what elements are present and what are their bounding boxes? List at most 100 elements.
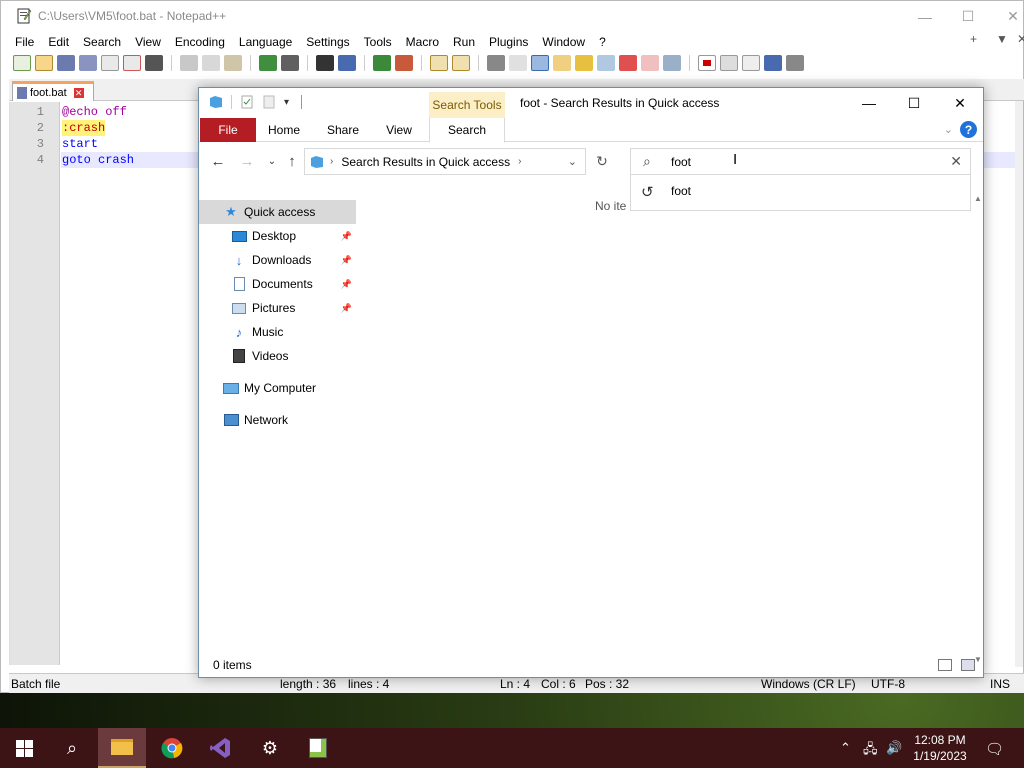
monitor-icon[interactable] — [641, 55, 659, 71]
menu-run[interactable]: Run — [446, 35, 482, 49]
eye-icon[interactable] — [663, 55, 681, 71]
sync-vertical-icon[interactable] — [430, 55, 448, 71]
start-icon[interactable] — [0, 728, 48, 768]
breadcrumb[interactable]: Search Results in Quick access — [341, 155, 510, 169]
file-explorer-icon[interactable] — [98, 728, 146, 768]
replace-icon[interactable] — [338, 55, 356, 71]
pin-icon[interactable]: 📌 — [341, 279, 352, 290]
customize-qat-icon[interactable]: ▾ — [284, 97, 289, 108]
address-bar[interactable]: › Search Results in Quick access › ⌄ — [304, 148, 586, 175]
word-wrap-icon[interactable] — [487, 55, 505, 71]
redo-icon[interactable] — [281, 55, 299, 71]
tab-foot-bat[interactable]: foot.bat ✕ — [12, 81, 94, 101]
menu-encoding[interactable]: Encoding — [168, 35, 232, 49]
properties-icon[interactable] — [240, 95, 254, 109]
open-file-icon[interactable] — [35, 55, 53, 71]
minimize-button[interactable]: — — [902, 1, 948, 32]
explorer-titlebar[interactable]: ▾ Search Tools foot - Search Results in … — [199, 88, 983, 118]
play-multiple-icon[interactable] — [764, 55, 782, 71]
menu-tools[interactable]: Tools — [357, 35, 399, 49]
close-file-icon[interactable] — [101, 55, 119, 71]
zoom-out-icon[interactable] — [395, 55, 413, 71]
refresh-icon[interactable]: ↻ — [590, 148, 614, 175]
close-button[interactable]: ✕ — [990, 1, 1024, 32]
explorer-minimize-button[interactable]: — — [846, 88, 892, 118]
nav-item-my-computer[interactable]: My Computer — [199, 376, 356, 400]
zoom-in-icon[interactable] — [373, 55, 391, 71]
save-icon[interactable] — [57, 55, 75, 71]
nav-item-videos[interactable]: Videos — [199, 344, 356, 368]
menu-window[interactable]: Window — [535, 35, 592, 49]
show-all-chars-icon[interactable] — [509, 55, 527, 71]
system-clock[interactable]: 12:08 PM 1/19/2023 — [905, 732, 975, 764]
folder-workspace-icon[interactable] — [619, 55, 637, 71]
nav-item-music[interactable]: ♪ Music — [199, 320, 356, 344]
save-all-icon[interactable] — [79, 55, 97, 71]
save-macro-icon[interactable] — [786, 55, 804, 71]
nav-item-pictures[interactable]: Pictures 📌 — [199, 296, 356, 320]
maximize-button[interactable]: ☐ — [945, 1, 991, 32]
func-list-icon[interactable] — [597, 55, 615, 71]
breadcrumb-chevron-icon[interactable]: › — [330, 156, 333, 167]
menu-search[interactable]: Search — [76, 35, 128, 49]
notepadpp-icon[interactable] — [294, 728, 342, 768]
nav-item-downloads[interactable]: ↓ Downloads 📌 — [199, 248, 356, 272]
lang-icon[interactable] — [553, 55, 571, 71]
play-macro-icon[interactable] — [742, 55, 760, 71]
ribbon-expand-icon[interactable]: ⌄ — [944, 123, 953, 136]
notepadpp-titlebar[interactable]: C:\Users\VM5\foot.bat - Notepad++ — ☐ ✕ — [1, 1, 1023, 32]
search-input[interactable]: ⌕ foot ✕ — [630, 148, 971, 175]
menu-plugins[interactable]: Plugins — [482, 35, 535, 49]
paste-icon[interactable] — [224, 55, 242, 71]
up-arrow-icon[interactable]: ↑ — [283, 152, 301, 170]
new-folder-icon[interactable] — [262, 95, 276, 109]
large-icons-view-icon[interactable] — [961, 659, 975, 671]
tab-share[interactable]: Share — [320, 118, 366, 142]
find-icon[interactable] — [316, 55, 334, 71]
address-dropdown-icon[interactable]: ⌄ — [568, 155, 577, 168]
help-icon[interactable]: ? — [960, 121, 977, 138]
tab-file[interactable]: File — [200, 118, 256, 142]
forward-arrow-icon[interactable]: → — [238, 152, 256, 170]
close-tab-icon[interactable]: ✕ — [73, 87, 84, 98]
chrome-icon[interactable] — [148, 728, 196, 768]
new-tab-icon[interactable]: + — [970, 32, 977, 46]
search-icon[interactable]: ⌕ — [48, 728, 96, 768]
close-all-icon[interactable] — [123, 55, 141, 71]
nav-item-desktop[interactable]: Desktop 📌 — [199, 224, 356, 248]
volume-icon[interactable]: 🔊 — [886, 740, 902, 756]
settings-icon[interactable]: ⚙ — [246, 728, 294, 768]
show-hidden-icons-icon[interactable]: ⌃ — [840, 740, 851, 756]
close-doc-icon[interactable]: ✕ — [1017, 32, 1024, 46]
nav-item-quick-access[interactable]: ★ Quick access — [199, 200, 356, 224]
back-arrow-icon[interactable]: ← — [209, 152, 227, 170]
pin-icon[interactable]: 📌 — [341, 255, 352, 266]
menu-help[interactable]: ? — [592, 35, 613, 49]
undo-icon[interactable] — [259, 55, 277, 71]
tab-home[interactable]: Home — [261, 118, 307, 142]
visual-studio-icon[interactable] — [196, 728, 244, 768]
nav-item-network[interactable]: Network — [199, 408, 356, 432]
explorer-scrollbar[interactable]: ▲ ▼ — [973, 194, 983, 664]
tab-list-icon[interactable]: ▼ — [996, 32, 1008, 46]
notifications-icon[interactable]: 🗨 — [985, 740, 1004, 758]
editor-scrollbar[interactable] — [1015, 101, 1023, 667]
pin-icon[interactable]: 📌 — [341, 303, 352, 314]
copy-icon[interactable] — [202, 55, 220, 71]
cut-icon[interactable] — [180, 55, 198, 71]
menu-language[interactable]: Language — [232, 35, 299, 49]
new-file-icon[interactable] — [13, 55, 31, 71]
explorer-maximize-button[interactable]: ☐ — [891, 88, 937, 118]
tab-view[interactable]: View — [377, 118, 421, 142]
menu-file[interactable]: File — [8, 35, 41, 49]
recent-locations-icon[interactable]: ⌄ — [263, 152, 281, 170]
details-view-icon[interactable] — [938, 659, 952, 671]
explorer-close-button[interactable]: ✕ — [937, 88, 983, 118]
sync-horizontal-icon[interactable] — [452, 55, 470, 71]
breadcrumb-chevron-icon[interactable]: › — [518, 156, 521, 167]
suggestion-item[interactable]: foot — [671, 184, 691, 198]
menu-view[interactable]: View — [128, 35, 168, 49]
record-macro-icon[interactable] — [698, 55, 716, 71]
menu-settings[interactable]: Settings — [299, 35, 356, 49]
tab-search[interactable]: Search — [429, 118, 505, 143]
